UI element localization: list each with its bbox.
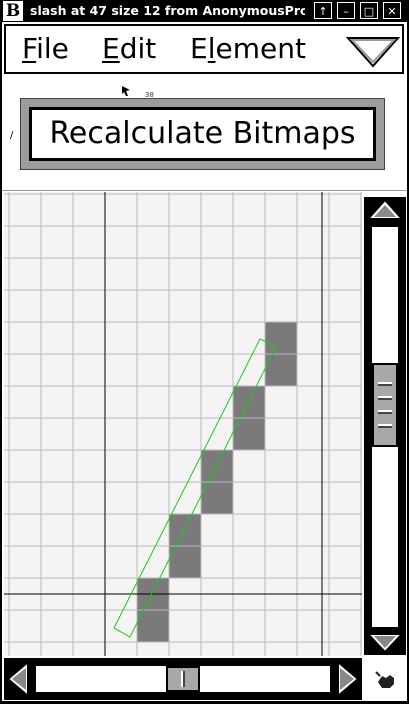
bitmap-canvas[interactable] [4,192,362,656]
menu-bar: File Edit Element [4,24,404,74]
arrow-up-icon[interactable] [364,197,406,223]
toolbar: 38 / Recalculate Bitmaps [2,76,407,191]
title-bar: B slash at 47 size 12 from AnonymousPro … [0,0,409,22]
bitmap-pixel[interactable] [169,514,201,546]
arrow-right-icon[interactable] [334,658,362,700]
horizontal-scrollbar[interactable] [4,658,362,700]
bitmap-pixel[interactable] [265,322,297,354]
menu-dropdown-button[interactable] [345,36,401,70]
menu-element-prefix: E [190,32,208,65]
recalculate-bitmaps-button[interactable]: Recalculate Bitmaps [20,98,385,170]
window-up-button[interactable]: ↑ [314,2,332,19]
vertical-scroll-thumb[interactable] [372,362,398,447]
menu-file[interactable]: File [22,32,69,66]
bitmap-grid[interactable] [4,192,362,656]
app-icon: B [3,1,23,21]
bitmap-view-window: File Edit Element 38 / Recalculate Bitma… [2,22,407,701]
window-minimize-button[interactable]: – [337,2,355,19]
pointer-icon [122,86,130,96]
bitmap-pixel[interactable] [233,386,265,418]
bitmap-pixel[interactable] [201,450,233,482]
window-maximize-button[interactable]: □ [360,2,378,19]
corner-box [364,658,406,700]
menu-file-mnemonic: F [22,32,37,65]
menu-element[interactable]: Element [190,32,306,66]
menu-edit[interactable]: Edit [102,32,156,66]
arrow-down-icon[interactable] [364,631,406,655]
window-title: slash at 47 size 12 from AnonymousPro S [30,3,305,18]
menu-edit-mnemonic: E [102,32,120,65]
horizontal-scroll-thumb[interactable] [166,666,200,692]
menu-edit-label: dit [119,32,157,65]
recalculate-bitmaps-label: Recalculate Bitmaps [29,107,376,161]
bitmap-background [4,192,362,656]
vertical-scrollbar[interactable] [364,197,406,655]
hand-icon [375,671,394,688]
arrow-left-icon[interactable] [4,658,32,700]
ruler-tick: / [10,130,14,141]
menu-element-label: ement [215,32,306,65]
grip-icon [181,671,185,687]
triangle-down-icon [345,37,401,68]
bitmap-pixel[interactable] [137,610,169,642]
grip-icon [378,381,392,428]
window-close-button[interactable]: ✕ [383,2,401,19]
menu-file-label: ile [36,32,69,65]
